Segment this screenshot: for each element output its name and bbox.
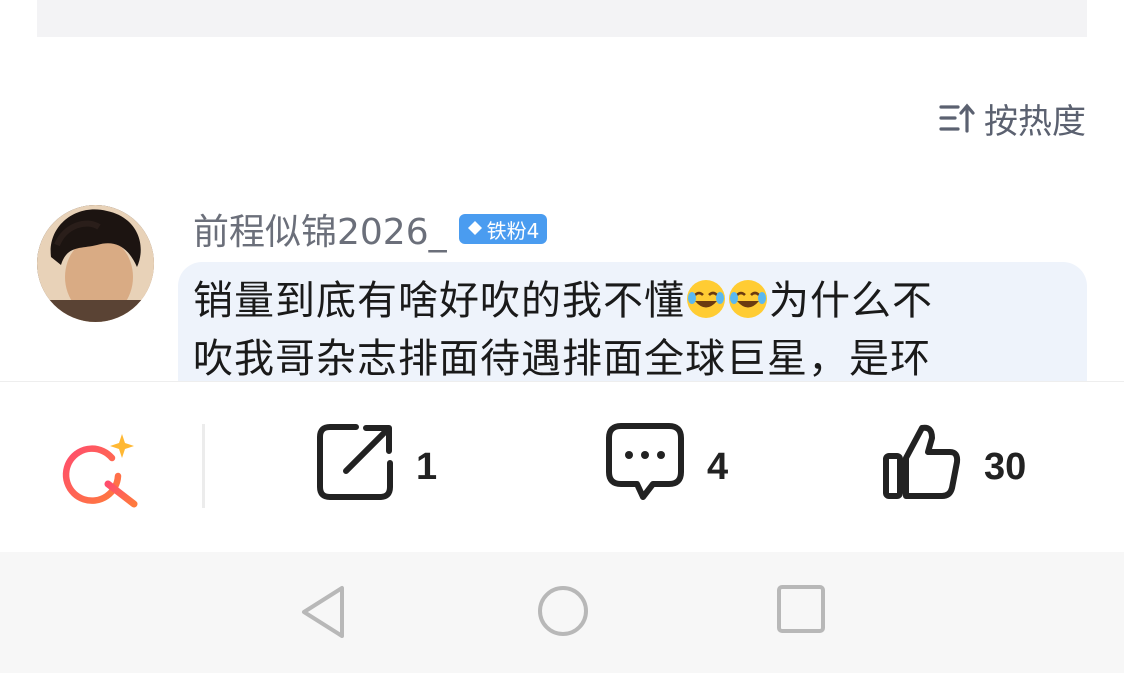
ai-search-icon	[62, 434, 138, 508]
comment-line-1: 销量到底有啥好吹的我不懂 为什么不	[193, 278, 933, 324]
share-count: 1	[416, 445, 438, 488]
comment-line-2: 吹我哥杂志排面待遇排面全球巨星，是环	[193, 336, 931, 382]
avatar[interactable]	[37, 205, 154, 322]
comment-text[interactable]: 销量到底有啥好吹的我不懂 为什么不 吹我哥杂志排面待遇排面全球巨星，是环	[193, 272, 1053, 388]
action-divider	[202, 424, 205, 508]
back-button[interactable]	[300, 584, 348, 644]
bottom-action-bar: 1 4 30	[0, 382, 1124, 552]
comment-button[interactable]: 4	[605, 422, 729, 512]
sort-label: 按热度	[984, 101, 1086, 142]
diamond-icon	[467, 217, 483, 241]
username-text: 前程似锦2026_	[193, 212, 447, 253]
home-button[interactable]	[536, 584, 590, 642]
like-count: 30	[984, 445, 1027, 488]
share-button[interactable]: 1	[316, 424, 437, 510]
recents-square-icon	[777, 585, 825, 633]
thumbs-up-icon	[882, 422, 962, 512]
ai-search-button[interactable]	[60, 432, 142, 508]
sort-icon	[938, 101, 976, 135]
comment-count: 4	[707, 445, 729, 488]
sort-by-hot-button[interactable]: 按热度	[938, 96, 1086, 142]
comment-icon	[605, 422, 685, 512]
home-circle-icon	[538, 586, 588, 636]
system-navigation-bar	[0, 552, 1124, 673]
previous-content-card	[37, 0, 1087, 37]
fan-level-badge[interactable]: 铁粉4	[458, 214, 548, 244]
back-triangle-icon	[302, 586, 344, 638]
recents-button[interactable]	[776, 584, 826, 638]
laughing-tears-emoji-icon	[685, 278, 727, 320]
laughing-tears-emoji-icon	[727, 278, 769, 320]
badge-label: 铁粉4	[486, 218, 540, 243]
share-icon	[316, 423, 394, 511]
comment-author[interactable]: 前程似锦2026_ 铁粉4	[193, 205, 548, 253]
like-button[interactable]: 30	[882, 424, 1026, 510]
